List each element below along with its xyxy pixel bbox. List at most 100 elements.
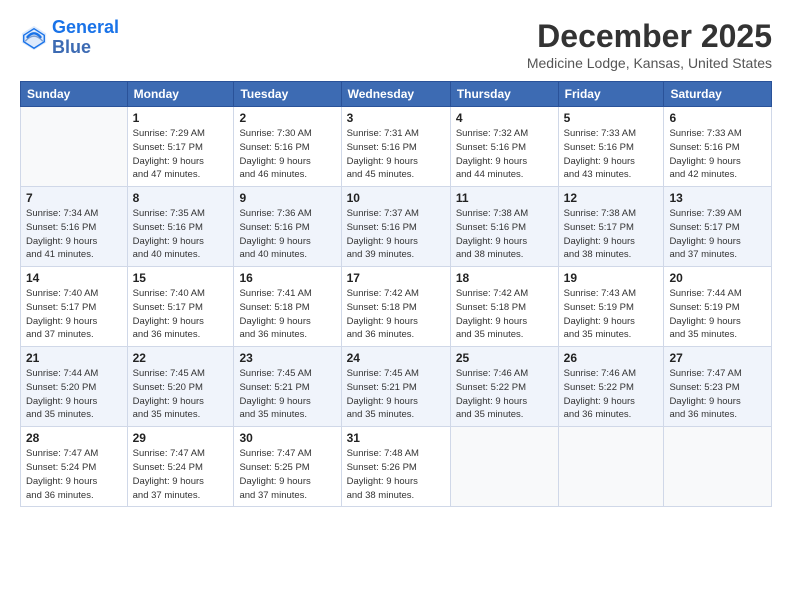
calendar-cell: 8 Sunrise: 7:35 AM Sunset: 5:16 PM Daylig… [127,187,234,267]
col-wednesday: Wednesday [341,82,450,107]
day-number: 5 [564,111,659,125]
calendar-cell: 1Sunrise: 7:29 AM Sunset: 5:17 PM Daylig… [127,107,234,187]
day-number: 27 [669,351,766,365]
day-detail: Sunrise: 7:47 AM Sunset: 5:23 PM Dayligh… [669,367,766,422]
calendar-cell: 29 Sunrise: 7:47 AM Sunset: 5:24 PM Dayli… [127,427,234,507]
day-detail: Sunrise: 7:41 AM Sunset: 5:18 PM Dayligh… [239,287,335,342]
day-number: 11 [456,191,553,205]
day-number: 8 [133,191,229,205]
calendar-cell: 24Sunrise: 7:45 AM Sunset: 5:21 PM Dayli… [341,347,450,427]
day-number: 26 [564,351,659,365]
logo: General Blue [20,18,119,58]
week-row-2: 7 Sunrise: 7:34 AM Sunset: 5:16 PM Daylig… [21,187,772,267]
day-number: 30 [239,431,335,445]
day-detail: Sunrise: 7:34 AM Sunset: 5:16 PM Dayligh… [26,207,122,262]
title-area: December 2025 Medicine Lodge, Kansas, Un… [527,18,772,71]
day-detail: Sunrise: 7:45 AM Sunset: 5:20 PM Dayligh… [133,367,229,422]
day-detail: Sunrise: 7:48 AM Sunset: 5:26 PM Dayligh… [347,447,445,502]
day-detail: Sunrise: 7:44 AM Sunset: 5:20 PM Dayligh… [26,367,122,422]
week-row-1: 1Sunrise: 7:29 AM Sunset: 5:17 PM Daylig… [21,107,772,187]
calendar-cell: 25 Sunrise: 7:46 AM Sunset: 5:22 PM Dayli… [450,347,558,427]
header-row: Sunday Monday Tuesday Wednesday Thursday… [21,82,772,107]
calendar-cell: 31 Sunrise: 7:48 AM Sunset: 5:26 PM Dayli… [341,427,450,507]
day-number: 19 [564,271,659,285]
calendar-cell: 16 Sunrise: 7:41 AM Sunset: 5:18 PM Dayli… [234,267,341,347]
day-detail: Sunrise: 7:46 AM Sunset: 5:22 PM Dayligh… [456,367,553,422]
day-number: 25 [456,351,553,365]
week-row-5: 28 Sunrise: 7:47 AM Sunset: 5:24 PM Dayli… [21,427,772,507]
day-detail: Sunrise: 7:29 AM Sunset: 5:17 PM Dayligh… [133,127,229,182]
day-number: 16 [239,271,335,285]
logo-icon [20,24,48,52]
calendar-cell: 5 Sunrise: 7:33 AM Sunset: 5:16 PM Daylig… [558,107,664,187]
day-number: 17 [347,271,445,285]
calendar-cell: 27 Sunrise: 7:47 AM Sunset: 5:23 PM Dayli… [664,347,772,427]
day-detail: Sunrise: 7:40 AM Sunset: 5:17 PM Dayligh… [26,287,122,342]
calendar-cell [664,427,772,507]
day-detail: Sunrise: 7:44 AM Sunset: 5:19 PM Dayligh… [669,287,766,342]
day-number: 23 [239,351,335,365]
day-number: 2 [239,111,335,125]
day-detail: Sunrise: 7:43 AM Sunset: 5:19 PM Dayligh… [564,287,659,342]
day-detail: Sunrise: 7:31 AM Sunset: 5:16 PM Dayligh… [347,127,445,182]
col-friday: Friday [558,82,664,107]
day-detail: Sunrise: 7:47 AM Sunset: 5:25 PM Dayligh… [239,447,335,502]
day-number: 31 [347,431,445,445]
calendar-cell: 14 Sunrise: 7:40 AM Sunset: 5:17 PM Dayli… [21,267,128,347]
day-number: 28 [26,431,122,445]
calendar-cell [558,427,664,507]
week-row-4: 21Sunrise: 7:44 AM Sunset: 5:20 PM Dayli… [21,347,772,427]
day-number: 15 [133,271,229,285]
day-detail: Sunrise: 7:30 AM Sunset: 5:16 PM Dayligh… [239,127,335,182]
calendar-cell: 23 Sunrise: 7:45 AM Sunset: 5:21 PM Dayli… [234,347,341,427]
calendar-cell: 28 Sunrise: 7:47 AM Sunset: 5:24 PM Dayli… [21,427,128,507]
day-detail: Sunrise: 7:46 AM Sunset: 5:22 PM Dayligh… [564,367,659,422]
day-number: 13 [669,191,766,205]
day-number: 24 [347,351,445,365]
calendar-cell: 6Sunrise: 7:33 AM Sunset: 5:16 PM Daylig… [664,107,772,187]
day-number: 22 [133,351,229,365]
col-thursday: Thursday [450,82,558,107]
page-container: General Blue December 2025 Medicine Lodg… [0,0,792,517]
calendar-cell: 22 Sunrise: 7:45 AM Sunset: 5:20 PM Dayli… [127,347,234,427]
day-detail: Sunrise: 7:36 AM Sunset: 5:16 PM Dayligh… [239,207,335,262]
col-monday: Monday [127,82,234,107]
calendar-cell: 10Sunrise: 7:37 AM Sunset: 5:16 PM Dayli… [341,187,450,267]
day-detail: Sunrise: 7:47 AM Sunset: 5:24 PM Dayligh… [133,447,229,502]
day-detail: Sunrise: 7:35 AM Sunset: 5:16 PM Dayligh… [133,207,229,262]
calendar-cell [21,107,128,187]
day-detail: Sunrise: 7:38 AM Sunset: 5:16 PM Dayligh… [456,207,553,262]
week-row-3: 14 Sunrise: 7:40 AM Sunset: 5:17 PM Dayli… [21,267,772,347]
day-number: 12 [564,191,659,205]
day-detail: Sunrise: 7:37 AM Sunset: 5:16 PM Dayligh… [347,207,445,262]
day-detail: Sunrise: 7:40 AM Sunset: 5:17 PM Dayligh… [133,287,229,342]
logo-text: General Blue [52,18,119,58]
calendar-cell: 2 Sunrise: 7:30 AM Sunset: 5:16 PM Daylig… [234,107,341,187]
calendar-cell: 12 Sunrise: 7:38 AM Sunset: 5:17 PM Dayli… [558,187,664,267]
day-number: 18 [456,271,553,285]
calendar-cell: 26 Sunrise: 7:46 AM Sunset: 5:22 PM Dayli… [558,347,664,427]
calendar-cell: 21Sunrise: 7:44 AM Sunset: 5:20 PM Dayli… [21,347,128,427]
day-number: 6 [669,111,766,125]
col-saturday: Saturday [664,82,772,107]
calendar-cell: 15 Sunrise: 7:40 AM Sunset: 5:17 PM Dayli… [127,267,234,347]
calendar-body: 1Sunrise: 7:29 AM Sunset: 5:17 PM Daylig… [21,107,772,507]
day-detail: Sunrise: 7:32 AM Sunset: 5:16 PM Dayligh… [456,127,553,182]
calendar-cell: 17Sunrise: 7:42 AM Sunset: 5:18 PM Dayli… [341,267,450,347]
calendar-cell: 18Sunrise: 7:42 AM Sunset: 5:18 PM Dayli… [450,267,558,347]
day-detail: Sunrise: 7:38 AM Sunset: 5:17 PM Dayligh… [564,207,659,262]
day-number: 29 [133,431,229,445]
calendar-cell: 4Sunrise: 7:32 AM Sunset: 5:16 PM Daylig… [450,107,558,187]
day-detail: Sunrise: 7:45 AM Sunset: 5:21 PM Dayligh… [239,367,335,422]
col-sunday: Sunday [21,82,128,107]
calendar-cell: 19 Sunrise: 7:43 AM Sunset: 5:19 PM Dayli… [558,267,664,347]
day-number: 7 [26,191,122,205]
day-detail: Sunrise: 7:47 AM Sunset: 5:24 PM Dayligh… [26,447,122,502]
header: General Blue December 2025 Medicine Lodg… [20,18,772,71]
day-detail: Sunrise: 7:33 AM Sunset: 5:16 PM Dayligh… [564,127,659,182]
month-title: December 2025 [527,18,772,55]
calendar-cell: 11 Sunrise: 7:38 AM Sunset: 5:16 PM Dayli… [450,187,558,267]
day-detail: Sunrise: 7:39 AM Sunset: 5:17 PM Dayligh… [669,207,766,262]
day-number: 20 [669,271,766,285]
day-number: 14 [26,271,122,285]
